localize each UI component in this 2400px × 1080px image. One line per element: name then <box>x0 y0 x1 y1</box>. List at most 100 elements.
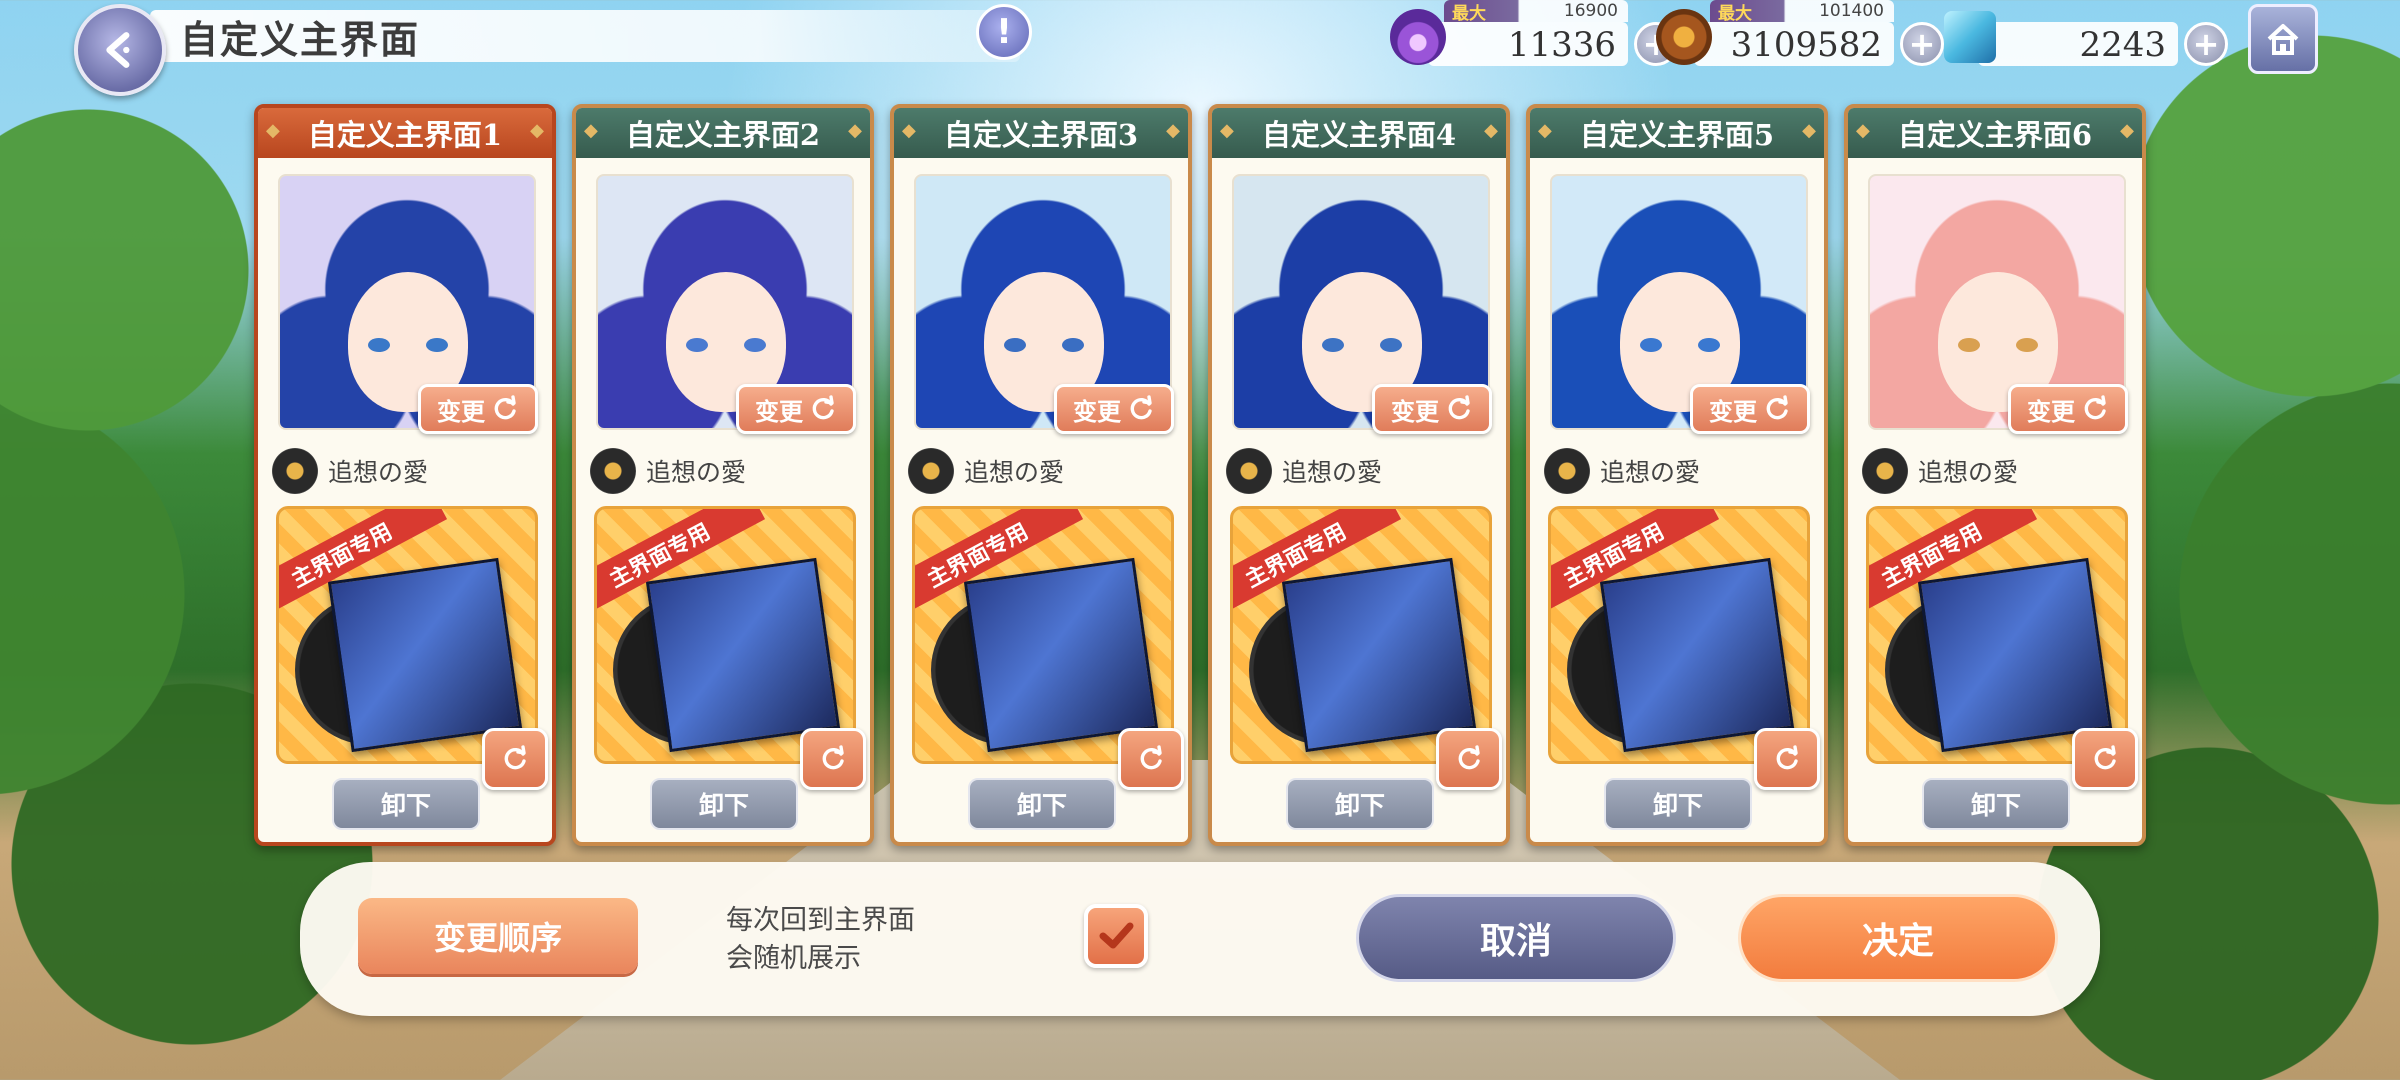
change-label: 变更 <box>437 397 485 426</box>
song-name: 追想の愛 <box>328 458 429 487</box>
song-name: 追想の愛 <box>1600 458 1701 487</box>
character-eye-right <box>2016 338 2038 352</box>
layout-card[interactable]: 自定义主界面4 变更追想の愛主界面专用卸下 <box>1208 104 1510 846</box>
album-cover <box>1281 557 1477 753</box>
unequip-button[interactable]: 卸下 <box>650 778 798 830</box>
layout-card[interactable]: 自定义主界面6 变更追想の愛主界面专用卸下 <box>1844 104 2146 846</box>
album-art[interactable]: 主界面专用 <box>1548 506 1810 764</box>
change-label: 变更 <box>1709 397 1757 426</box>
unequip-button[interactable]: 卸下 <box>1286 778 1434 830</box>
card-title: 自定义主界面4 <box>1212 108 1506 158</box>
character-eye-right <box>1380 338 1402 352</box>
add-gold-button[interactable]: + <box>1900 22 1944 66</box>
song-name: 追想の愛 <box>964 458 1065 487</box>
change-label: 变更 <box>2027 397 2075 426</box>
refresh-icon <box>1140 745 1162 770</box>
home-button[interactable] <box>2248 4 2318 74</box>
back-button[interactable] <box>74 4 166 96</box>
bottom-panel: 变更顺序 每次回到主界面 会随机展示 取消 决定 <box>300 862 2100 1016</box>
change-song-button[interactable] <box>800 728 866 790</box>
card-title: 自定义主界面6 <box>1848 108 2142 158</box>
change-character-button[interactable]: 变更 <box>736 384 856 434</box>
character-eye-left <box>686 338 708 352</box>
album-art[interactable]: 主界面专用 <box>1230 506 1492 764</box>
refresh-icon <box>1458 745 1480 770</box>
music-disc-icon <box>1226 448 1272 494</box>
song-name: 追想の愛 <box>646 458 747 487</box>
character-eye-left <box>1322 338 1344 352</box>
refresh-icon <box>1448 395 1470 420</box>
change-song-button[interactable] <box>2072 728 2138 790</box>
change-character-button[interactable]: 变更 <box>1372 384 1492 434</box>
change-character-button[interactable]: 变更 <box>1054 384 1174 434</box>
change-song-button[interactable] <box>1118 728 1184 790</box>
layout-card[interactable]: 自定义主界面5 变更追想の愛主界面专用卸下 <box>1526 104 1828 846</box>
album-art[interactable]: 主界面专用 <box>276 506 538 764</box>
song-row: 追想の愛 <box>272 446 428 496</box>
home-icon <box>2267 24 2299 55</box>
random-display-label: 每次回到主界面 会随机展示 <box>726 905 915 974</box>
card-title: 自定义主界面2 <box>576 108 870 158</box>
change-character-button[interactable]: 变更 <box>1690 384 1810 434</box>
top-bar: 自定义主界面 ! 最大 16900 11336 + 最大 101400 310 <box>0 0 2400 96</box>
character-eye-right <box>1062 338 1084 352</box>
card-title: 自定义主界面3 <box>894 108 1188 158</box>
refresh-icon <box>504 745 526 770</box>
song-row: 追想の愛 <box>1226 446 1382 496</box>
currency-gem: 2243 + <box>1944 6 2228 68</box>
random-display-checkbox[interactable] <box>1084 904 1148 968</box>
song-name: 追想の愛 <box>1282 458 1383 487</box>
music-disc-icon <box>1862 448 1908 494</box>
reorder-button[interactable]: 变更顺序 <box>358 898 638 974</box>
gold-max-label: 最大 <box>1718 3 1752 24</box>
gold-max-value: 101400 <box>1819 1 1884 21</box>
character-eye-left <box>1958 338 1980 352</box>
refresh-icon <box>494 395 516 420</box>
character-eye-right <box>1698 338 1720 352</box>
character-eye-left <box>368 338 390 352</box>
change-song-button[interactable] <box>1436 728 1502 790</box>
change-character-button[interactable]: 变更 <box>2008 384 2128 434</box>
back-arrow-icon <box>106 32 130 68</box>
character-eye-left <box>1640 338 1662 352</box>
refresh-icon <box>822 745 844 770</box>
music-disc-icon <box>1544 448 1590 494</box>
info-button[interactable]: ! <box>976 4 1032 60</box>
refresh-icon <box>2094 745 2116 770</box>
song-row: 追想の愛 <box>1544 446 1700 496</box>
change-song-button[interactable] <box>1754 728 1820 790</box>
song-row: 追想の愛 <box>1862 446 2018 496</box>
exclamation-icon: ! <box>996 12 1012 52</box>
refresh-icon <box>1766 395 1788 420</box>
unequip-button[interactable]: 卸下 <box>1922 778 2070 830</box>
music-disc-icon <box>590 448 636 494</box>
card-title: 自定义主界面5 <box>1530 108 1824 158</box>
unequip-button[interactable]: 卸下 <box>968 778 1116 830</box>
confirm-button[interactable]: 决定 <box>1738 894 2058 982</box>
unequip-button[interactable]: 卸下 <box>1604 778 1752 830</box>
layout-card[interactable]: 自定义主界面2 变更追想の愛主界面专用卸下 <box>572 104 874 846</box>
bear-coin-icon <box>1656 9 1712 65</box>
album-cover <box>645 557 841 753</box>
cancel-button[interactable]: 取消 <box>1356 894 1676 982</box>
change-character-button[interactable]: 变更 <box>418 384 538 434</box>
album-cover <box>327 557 523 753</box>
add-gem-button[interactable]: + <box>2184 22 2228 66</box>
unequip-button[interactable]: 卸下 <box>332 778 480 830</box>
currency-stamina: 最大 16900 11336 + <box>1390 0 1678 68</box>
purple-flame-icon <box>1390 9 1446 65</box>
layout-card[interactable]: 自定义主界面3 变更追想の愛主界面专用卸下 <box>890 104 1192 846</box>
song-name: 追想の愛 <box>1918 458 2019 487</box>
song-row: 追想の愛 <box>908 446 1064 496</box>
music-disc-icon <box>908 448 954 494</box>
music-disc-icon <box>272 448 318 494</box>
album-art[interactable]: 主界面专用 <box>912 506 1174 764</box>
album-art[interactable]: 主界面专用 <box>594 506 856 764</box>
title-bar: 自定义主界面 <box>150 10 1020 62</box>
layout-card[interactable]: 自定义主界面1 变更追想の愛主界面专用卸下 <box>254 104 556 846</box>
album-art[interactable]: 主界面专用 <box>1866 506 2128 764</box>
stamina-value: 11336 <box>1507 25 1616 65</box>
checkmark-icon <box>1099 922 1134 949</box>
change-song-button[interactable] <box>482 728 548 790</box>
refresh-icon <box>2084 395 2106 420</box>
